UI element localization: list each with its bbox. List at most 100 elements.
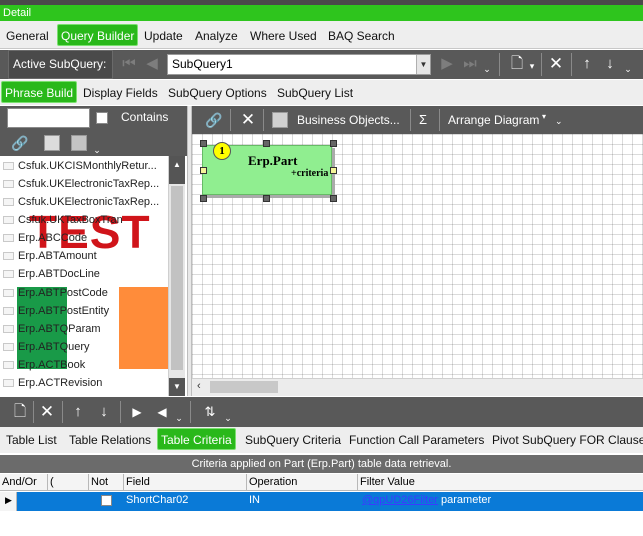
arrange-dropdown-icon[interactable]: ▾ [542, 112, 546, 121]
tab-where-used[interactable]: Where Used [247, 25, 320, 47]
column-header-operation[interactable]: Operation [247, 474, 358, 491]
open-paren-cell[interactable] [48, 492, 89, 509]
move-down-icon[interactable]: ↓ [93, 401, 115, 423]
indent-left-icon[interactable]: ◀ [151, 401, 173, 423]
list-item[interactable]: Csfuk.UKElectronicTaxRep... [0, 175, 167, 193]
table-icon[interactable] [44, 135, 60, 151]
list-item[interactable]: Erp.ACTRevision [0, 374, 167, 392]
first-icon[interactable]: ⏮ [118, 53, 140, 75]
new-document-icon[interactable]: 🗋 [506, 53, 528, 75]
tab-query-builder[interactable]: Query Builder [57, 24, 139, 46]
move-up-icon[interactable]: ↑ [67, 401, 89, 423]
list-item[interactable]: Erp.ABTQParam [0, 320, 167, 338]
diagram-canvas[interactable]: 1 Erp.Part +criteria [192, 134, 643, 378]
scroll-up-icon[interactable]: ▲ [169, 156, 185, 184]
list-item[interactable]: Erp.ABTAmount [0, 247, 167, 265]
tab-function-call-parameters[interactable]: Function Call Parameters [346, 429, 487, 451]
resize-handle[interactable] [200, 195, 207, 202]
column-header-filter-value[interactable]: Filter Value [358, 474, 643, 491]
table-row[interactable]: ▶ ShortChar02 IN @qpUD26Filter parameter [0, 492, 643, 511]
contains-checkbox[interactable] [96, 112, 108, 124]
link-icon[interactable]: 🔗 [9, 132, 31, 154]
resize-handle[interactable] [330, 167, 337, 174]
column-header-not[interactable]: Not [89, 474, 124, 491]
resize-handle[interactable] [263, 140, 270, 147]
view-icon[interactable] [71, 135, 87, 151]
business-objects-button[interactable]: Business Objects... [297, 113, 400, 127]
list-item[interactable]: Csfuk.UKCISMonthlyRetur... [0, 157, 167, 175]
tab-subquery-options[interactable]: SubQuery Options [165, 82, 270, 104]
arrange-diagram-button[interactable]: Arrange Diagram [448, 113, 539, 127]
table-search-input[interactable] [7, 108, 90, 128]
toolbar-divider [263, 109, 264, 131]
overflow-chevron-icon[interactable]: ⌄ [481, 58, 493, 80]
scroll-thumb[interactable] [171, 186, 183, 370]
row-selection: ShortChar02 IN @qpUD26Filter parameter [17, 492, 643, 511]
operation-cell[interactable]: IN [247, 492, 358, 509]
tab-analyze[interactable]: Analyze [192, 25, 241, 47]
tab-subquery-criteria[interactable]: SubQuery Criteria [242, 429, 344, 451]
list-item[interactable]: Csfuk.UKElectronicTaxRep... [0, 193, 167, 211]
resize-handle[interactable] [200, 140, 207, 147]
delete-icon[interactable]: ✕ [36, 401, 58, 423]
move-down-icon[interactable]: ↓ [599, 53, 621, 75]
list-item[interactable]: Erp.ABTQuery [0, 338, 167, 356]
tab-baq-search[interactable]: BAQ Search [325, 25, 398, 47]
tab-general[interactable]: General [3, 25, 52, 47]
tab-display-fields[interactable]: Display Fields [80, 82, 161, 104]
scroll-down-icon[interactable]: ▼ [169, 378, 185, 396]
list-scrollbar[interactable]: ▲ ▼ [168, 156, 185, 396]
overflow-chevron-icon[interactable]: ⌄ [222, 407, 234, 429]
tab-table-criteria[interactable]: Table Criteria [157, 428, 236, 450]
scroll-thumb[interactable] [210, 381, 278, 393]
overflow-chevron-icon[interactable]: ⌄ [173, 407, 185, 429]
overflow-chevron-icon[interactable]: ⌄ [555, 116, 563, 127]
column-header-andor[interactable]: And/Or [0, 474, 48, 491]
subquery-select[interactable]: SubQuery1 ▼ [167, 54, 431, 75]
list-item[interactable]: Erp.ABTPostCode [0, 284, 167, 302]
table-node-erp-part[interactable]: 1 Erp.Part +criteria [202, 142, 332, 195]
list-item[interactable]: Erp.ACTBook [0, 356, 167, 374]
sigma-icon[interactable]: Σ [419, 112, 427, 127]
resize-handle[interactable] [263, 195, 270, 202]
previous-icon[interactable]: ◀ [141, 53, 163, 75]
move-up-icon[interactable]: ↑ [576, 53, 598, 75]
resize-handle[interactable] [200, 167, 207, 174]
tab-pivot-subquery-for-clause[interactable]: Pivot SubQuery FOR Clause [489, 429, 643, 451]
tab-phrase-build[interactable]: Phrase Build [1, 81, 78, 103]
delete-icon[interactable]: ✕ [237, 109, 259, 131]
filter-parameter-link[interactable]: @qpUD26Filter [360, 494, 438, 506]
scroll-left-icon[interactable]: ‹ [197, 380, 201, 392]
list-item[interactable]: Erp.ABCCode [0, 229, 167, 247]
tab-table-list[interactable]: Table List [3, 429, 60, 451]
tab-table-relations[interactable]: Table Relations [66, 429, 154, 451]
last-icon[interactable]: ⏭ [459, 53, 481, 75]
andor-cell[interactable] [17, 492, 48, 509]
new-document-icon[interactable]: 🗋 [9, 401, 31, 423]
field-cell[interactable]: ShortChar02 [124, 492, 247, 509]
tab-subquery-list[interactable]: SubQuery List [274, 82, 356, 104]
resize-handle[interactable] [330, 140, 337, 147]
overflow-chevron-icon[interactable]: ⌄ [622, 58, 634, 80]
not-checkbox[interactable] [101, 495, 112, 506]
column-header-field[interactable]: Field [124, 474, 247, 491]
next-icon[interactable]: ▶ [436, 53, 458, 75]
business-object-icon[interactable] [272, 112, 288, 128]
new-dropdown-icon[interactable]: ▾ [526, 55, 538, 77]
chevron-down-icon[interactable]: ▼ [416, 55, 430, 74]
indent-right-icon[interactable]: ▶ [126, 401, 148, 423]
toolbar-divider [571, 53, 572, 76]
filter-value-cell[interactable]: @qpUD26Filter parameter [358, 492, 643, 509]
main-tab-bar: General Query Builder Update Analyze Whe… [0, 21, 643, 49]
list-item[interactable]: Csfuk.UKTaxBoxTran [0, 211, 167, 229]
list-item[interactable]: Erp.ABTDocLine [0, 265, 167, 283]
delete-icon[interactable]: ✕ [545, 53, 567, 75]
window-title: Detail [0, 5, 643, 21]
sort-icon[interactable]: ⇅ [199, 401, 221, 423]
list-item[interactable]: Erp.ABTPostEntity [0, 302, 167, 320]
tab-update[interactable]: Update [141, 25, 186, 47]
resize-handle[interactable] [330, 195, 337, 202]
column-header-open-paren[interactable]: ( [48, 474, 89, 491]
diagram-hscrollbar[interactable]: ‹ [192, 378, 643, 396]
link-icon[interactable]: 🔗 [203, 109, 225, 131]
